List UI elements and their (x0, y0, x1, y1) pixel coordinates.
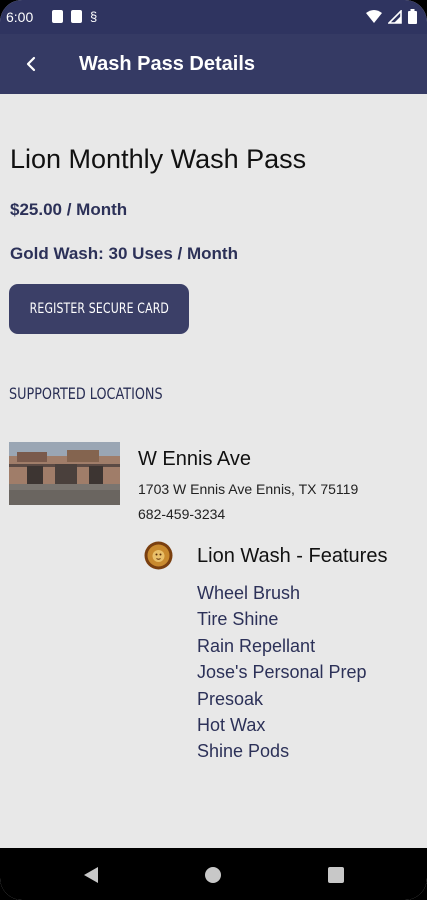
plan-price: $25.00 / Month (10, 200, 128, 219)
back-button[interactable] (14, 48, 48, 80)
plan-title: Lion Monthly Wash Pass (10, 144, 307, 174)
nav-home-button[interactable] (200, 862, 226, 888)
feature-item: Wheel Brush (197, 583, 301, 603)
location-phone[interactable]: 682-459-3234 (138, 506, 225, 522)
notification-icons: § (52, 10, 97, 23)
app-bar: Wash Pass Details (0, 34, 427, 94)
plan-uses: Gold Wash: 30 Uses / Month (10, 244, 238, 263)
page-title: Wash Pass Details (79, 53, 256, 75)
arrow-left-icon (26, 56, 36, 72)
notification-icon-2 (71, 10, 82, 23)
register-secure-card-button[interactable]: REGISTER SECURE CARD (9, 284, 189, 334)
status-bar: 6:00 § (0, 0, 427, 34)
features-list: Wheel Brush Tire Shine Rain Repellant Jo… (197, 580, 367, 765)
nav-recents-button[interactable] (323, 862, 349, 888)
supported-locations-label: SUPPORTED LOCATIONS (9, 384, 163, 403)
nav-home-icon (205, 867, 221, 883)
feature-item: Shine Pods (197, 741, 290, 762)
feature-item: Tire Shine (197, 609, 279, 630)
feature-item: Rain Repellant (197, 635, 316, 656)
phone-screen: 6:00 § Wash Pass Details Lion Monthly Wa… (0, 0, 427, 900)
nav-back-icon (84, 867, 98, 883)
wifi-icon (366, 9, 382, 23)
feature-item: Hot Wax (197, 714, 266, 735)
signal-icon (388, 9, 402, 24)
supported-locations-heading: SUPPORTED LOCATIONS (9, 384, 201, 403)
status-time: 6:00 (6, 9, 34, 25)
location-address: 1703 W Ennis Ave Ennis, TX 75119 (138, 481, 359, 497)
notification-icon-3: § (90, 9, 98, 24)
battery-icon (408, 9, 417, 24)
notification-icon-1 (52, 10, 63, 23)
lion-logo-icon (144, 541, 173, 570)
system-icons (366, 9, 417, 24)
register-button-label: REGISTER SECURE CARD (29, 301, 169, 317)
location-name: W Ennis Ave (138, 448, 252, 470)
feature-item: Presoak (197, 688, 264, 709)
system-nav-bar (0, 848, 427, 900)
location-photo[interactable] (9, 442, 120, 505)
features-title: Lion Wash - Features (197, 545, 388, 567)
feature-item: Jose's Personal Prep (197, 662, 367, 683)
nav-back-button[interactable] (78, 862, 104, 888)
nav-recents-icon (328, 867, 344, 883)
